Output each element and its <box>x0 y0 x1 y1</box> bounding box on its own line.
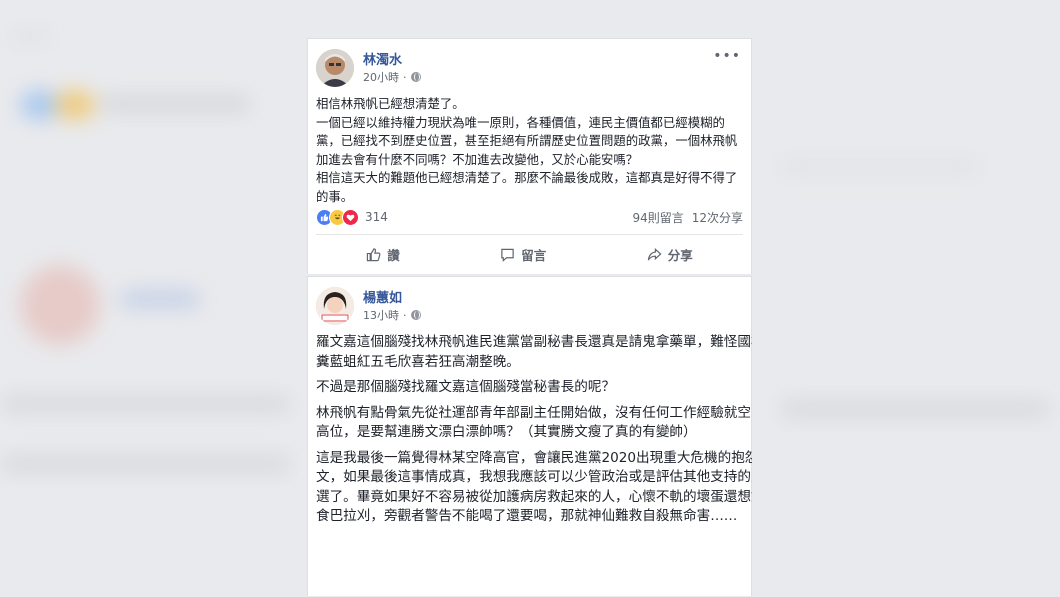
share-count[interactable]: 12次分享 <box>692 209 743 226</box>
author-name[interactable]: 楊蕙如 <box>363 287 402 306</box>
globe-icon <box>410 72 421 82</box>
share-button[interactable]: 分享 <box>647 245 693 264</box>
avatar[interactable] <box>316 49 354 87</box>
post-body: 羅文嘉這個腦殘找林飛帆進民進黨當副秘書長還真是請鬼拿藥單，難怪國柯糞藍蛆紅五毛欣… <box>316 333 752 533</box>
like-label: 讚 <box>387 247 400 263</box>
comment-icon <box>501 248 514 262</box>
reaction-icons[interactable] <box>316 208 359 226</box>
post-header: 楊蕙如 13小時 · <box>316 287 744 327</box>
post-header: 林濁水 20小時 · ••• <box>316 49 743 89</box>
paragraph: 不過是那個腦殘找羅文嘉這個腦殘當秘書長的呢？ <box>316 379 616 395</box>
share-icon <box>647 247 662 260</box>
paragraph: 林飛帆有點骨氣先從社運部青年部副主任開始做，沒有任何工作經驗就空降高位，是要幫連… <box>316 404 752 441</box>
post-linzhuoshui: 林濁水 20小時 · ••• 相信林飛帆已經想清楚了。 一個已經以維持權力現狀為… <box>307 38 752 274</box>
comment-label: 留言 <box>521 247 547 263</box>
comment-count[interactable]: 94則留言 <box>632 209 683 226</box>
post-yanghuiru: 楊蕙如 13小時 · 羅文嘉這個腦殘找林飛帆進民進黨當副秘書長還真是請鬼拿藥單，… <box>307 276 752 596</box>
post-meta: 13小時 · <box>363 307 421 323</box>
post-time[interactable]: 13小時 <box>363 307 399 323</box>
author-name[interactable]: 林濁水 <box>363 49 402 68</box>
share-label: 分享 <box>667 247 693 263</box>
post-meta: 20小時 · <box>363 69 421 85</box>
post-body: 相信林飛帆已經想清楚了。 一個已經以維持權力現狀為唯一原則，各種價值，連民主價值… <box>316 96 738 204</box>
avatar-portrait-icon <box>316 287 354 325</box>
paragraph: 這是我最後一篇覺得林某空降高官，會讓民進黨2020出現重大危機的抱怨文，如果最後… <box>316 449 752 525</box>
love-icon <box>342 208 359 226</box>
thumbs-up-icon <box>367 247 381 261</box>
avatar[interactable] <box>316 287 354 325</box>
globe-icon <box>410 310 421 320</box>
reaction-count[interactable]: 314 <box>365 210 388 224</box>
comment-button[interactable]: 留言 <box>500 245 546 264</box>
post-time[interactable]: 20小時 <box>363 69 399 85</box>
like-button[interactable]: 讚 <box>366 245 400 264</box>
more-options-button[interactable]: ••• <box>713 49 741 63</box>
paragraph: 羅文嘉這個腦殘找林飛帆進民進黨當副秘書長還真是請鬼拿藥單，難怪國柯糞藍蛆紅五毛欣… <box>316 334 752 370</box>
reaction-bar: 314 94則留言 12次分享 <box>316 207 743 227</box>
post-actions: 讚 留言 分享 <box>316 239 743 269</box>
divider <box>316 234 743 235</box>
avatar-portrait-icon <box>316 49 354 87</box>
